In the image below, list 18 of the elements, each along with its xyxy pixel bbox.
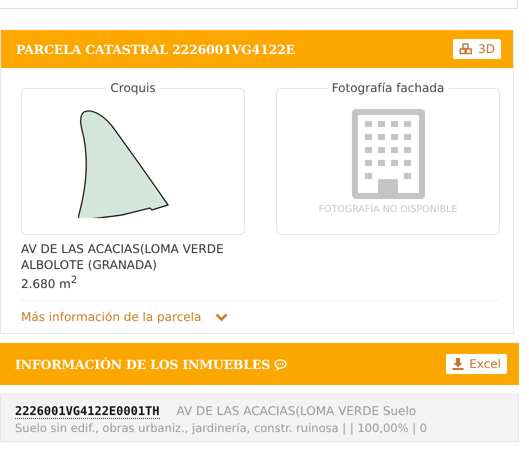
sketch-legend: Croquis [106, 81, 160, 96]
comment-icon [274, 358, 288, 370]
address-line: ALBOLOTE (GRANADA) [21, 257, 158, 273]
cubes-icon [459, 43, 474, 55]
panel-title: INFORMACIÓN DE LOS INMUEBLES [15, 356, 270, 372]
download-icon [452, 358, 464, 370]
property-reference[interactable]: 2226001VG4122E0001TH [15, 404, 160, 419]
more-info-link[interactable]: Más información de la parcela [21, 310, 228, 324]
area-text: 2.680 m$^{2}$ [21, 274, 78, 292]
excel-button[interactable]: Excel [446, 354, 507, 374]
address-line: AV DE LAS ACACIAS(LOMA VERDE [21, 241, 225, 257]
3d-button[interactable]: 3D [453, 39, 501, 59]
panel-title: PARCELA CATASTRAL 2226001VG4122E [16, 42, 295, 56]
property-row[interactable]: 2226001VG4122E0001TH AV DE LAS ACACIAS(LOMA VERDE Suelo Suelo sin edif., obras urbaniz., jardinería, constr. ruinosa | | 100,00% | 0 [0, 394, 519, 442]
photo-legend: Fotografía fachada [328, 81, 448, 96]
building-icon [352, 109, 424, 199]
property-details: Suelo sin edif., obras urbaniz., jardinería, constr. ruinosa | | 100,00% | 0 [15, 421, 428, 435]
property-address: AV DE LAS ACACIAS(LOMA VERDE Suelo [176, 404, 416, 419]
